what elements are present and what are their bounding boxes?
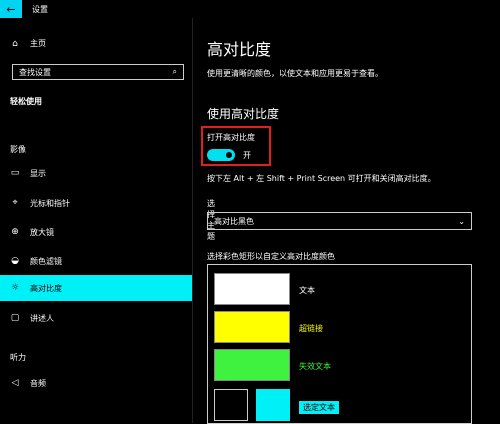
theme-value: 高对比黑色 xyxy=(214,216,254,226)
category-vision: 影像 xyxy=(10,145,26,154)
page-title: 高对比度 xyxy=(207,40,272,59)
sidebar: ⌂ 主页 查找设置 ⌕ 轻松使用 影像 ▭ 显示 ⌖ 光标和指针 ⊕ 放大镜 ◒… xyxy=(0,18,193,423)
theme-dropdown[interactable]: 高对比黑色 ⌄ xyxy=(207,212,472,230)
cursor-icon: ⌖ xyxy=(12,198,18,208)
toggle-state: 开 xyxy=(243,151,251,160)
hyperlink-color-swatch[interactable] xyxy=(214,311,290,343)
sidebar-item-magnifier[interactable]: ⊕ 放大镜 xyxy=(0,219,192,245)
sidebar-item-label: 显示 xyxy=(30,168,46,178)
disabled-text-color-swatch[interactable] xyxy=(214,349,290,381)
shortcut-hint: 按下左 Alt + 左 Shift + Print Screen 可打开和关闭高… xyxy=(207,174,436,183)
section-title: 轻松使用 xyxy=(10,97,42,106)
text-color-label: 文本 xyxy=(299,286,315,295)
page-description: 使用更清晰的颜色，以使文本和应用更易于查看。 xyxy=(207,69,383,78)
search-input[interactable]: 查找设置 ⌕ xyxy=(12,64,184,80)
sidebar-item-label: 高对比度 xyxy=(30,283,62,293)
sidebar-item-label: 音频 xyxy=(30,378,46,388)
sidebar-item-label: 放大镜 xyxy=(30,227,54,237)
sidebar-item-color-filters[interactable]: ◒ 颜色滤镜 xyxy=(0,248,192,274)
sun-icon: ☼ xyxy=(10,283,20,293)
sidebar-item-display[interactable]: ▭ 显示 xyxy=(0,160,192,186)
sidebar-item-label: 讲述人 xyxy=(30,313,54,323)
selected-text-bg-swatch[interactable] xyxy=(214,389,248,421)
title-bar: ← 设置 xyxy=(0,0,500,18)
color-swatch-panel: 文本 超链接 失效文本 选定文本 xyxy=(207,264,472,424)
search-icon: ⌕ xyxy=(172,67,177,76)
sidebar-item-label: 光标和指针 xyxy=(30,198,70,208)
monitor-icon: ▭ xyxy=(10,168,20,178)
sidebar-home[interactable]: ⌂ 主页 xyxy=(10,38,46,49)
back-button[interactable]: ← xyxy=(0,0,22,18)
sidebar-home-label: 主页 xyxy=(30,39,46,48)
speaker-icon: ◁ xyxy=(11,378,19,388)
toggle-knob xyxy=(226,152,232,158)
disabled-text-color-label: 失效文本 xyxy=(299,362,331,371)
search-placeholder: 查找设置 xyxy=(19,67,51,77)
text-color-swatch[interactable] xyxy=(214,273,290,305)
window-title: 设置 xyxy=(32,5,48,14)
high-contrast-toggle[interactable] xyxy=(207,149,235,161)
hyperlink-color-label: 超链接 xyxy=(299,324,323,333)
selected-text-label: 选定文本 xyxy=(299,401,339,414)
swatch-title: 选择彩色矩形以自定义高对比度颜色 xyxy=(207,252,335,261)
home-icon: ⌂ xyxy=(12,38,18,49)
toggle-label: 打开高对比度 xyxy=(207,133,255,142)
sidebar-item-high-contrast[interactable]: ☼ 高对比度 xyxy=(0,275,192,301)
category-hearing: 听力 xyxy=(10,353,26,362)
chevron-down-icon: ⌄ xyxy=(458,216,465,226)
narrator-icon: ▢ xyxy=(10,313,20,323)
back-arrow-icon: ← xyxy=(6,2,16,16)
toggle-highlight-box: 打开高对比度 开 xyxy=(201,126,271,166)
section-subtitle: 使用高对比度 xyxy=(207,107,280,121)
sidebar-item-cursor[interactable]: ⌖ 光标和指针 xyxy=(0,190,192,216)
magnifier-icon: ⊕ xyxy=(11,227,19,237)
sidebar-item-audio[interactable]: ◁ 音频 xyxy=(0,370,192,396)
sidebar-item-narrator[interactable]: ▢ 讲述人 xyxy=(0,305,192,331)
selected-text-fg-swatch[interactable] xyxy=(256,389,290,421)
color-filter-icon: ◒ xyxy=(11,256,19,266)
sidebar-item-label: 颜色滤镜 xyxy=(30,256,62,266)
